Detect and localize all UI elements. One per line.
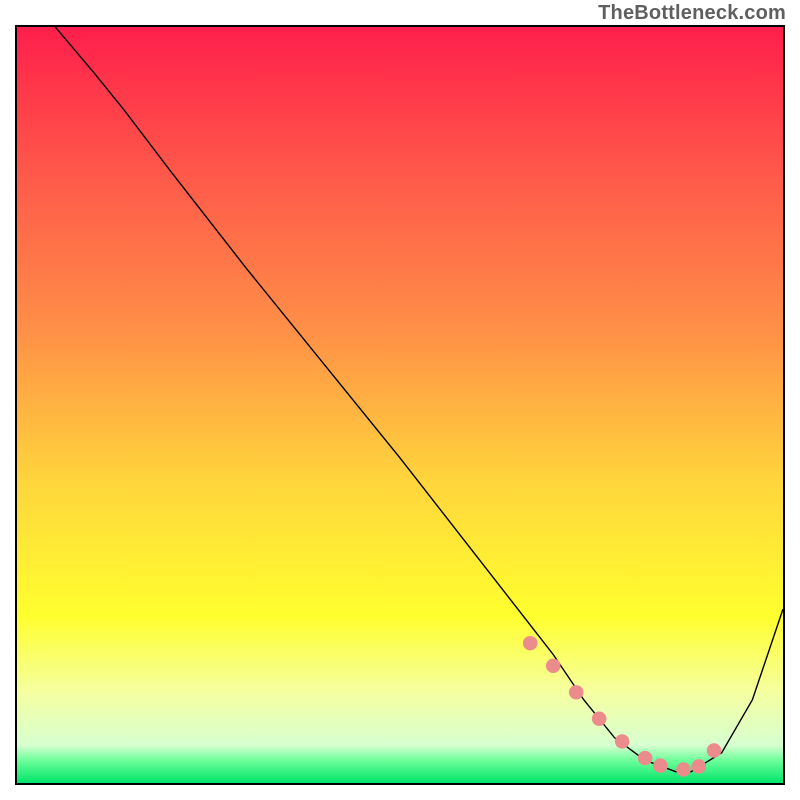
highlight-dot	[592, 712, 607, 726]
highlight-dot	[523, 636, 538, 650]
highlight-dot	[569, 685, 584, 699]
highlight-dot	[615, 734, 630, 748]
highlight-dot	[546, 659, 561, 673]
bottleneck-chart	[17, 27, 783, 783]
highlight-dot	[653, 758, 668, 772]
highlight-dot	[707, 743, 722, 757]
gradient-fill	[17, 27, 783, 783]
chart-frame	[15, 25, 785, 785]
highlight-dot	[638, 751, 653, 765]
highlight-dot	[676, 762, 691, 776]
highlight-dot	[691, 759, 706, 773]
watermark-text: TheBottleneck.com	[598, 2, 786, 25]
